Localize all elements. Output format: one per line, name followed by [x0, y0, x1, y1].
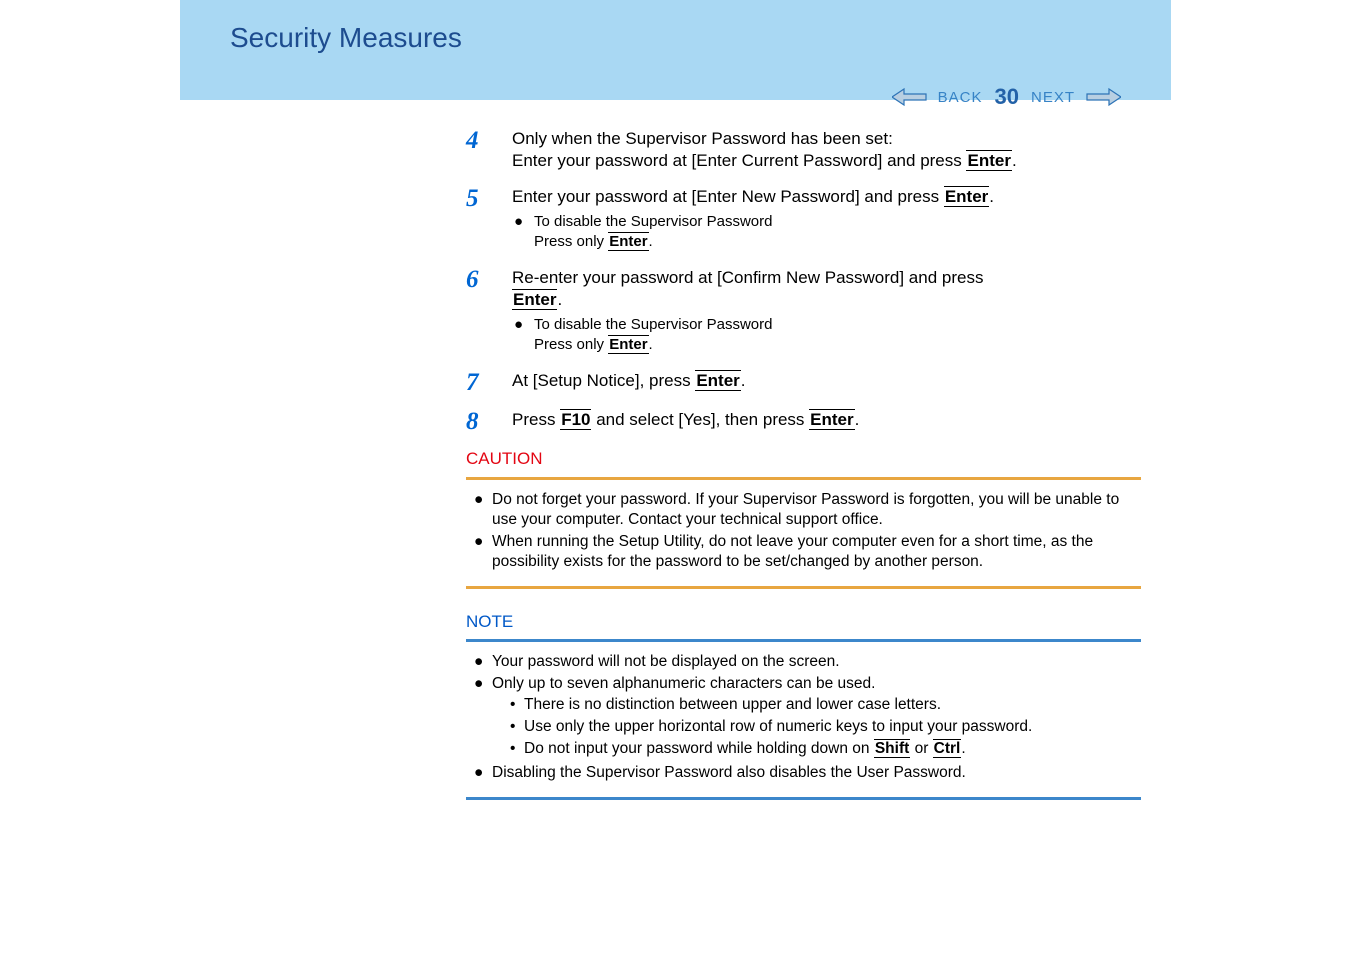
enter-key: Enter	[695, 370, 740, 391]
step-sublist: ● To disable the Supervisor Password Pre…	[512, 212, 1141, 251]
bullet-icon: ●	[470, 763, 492, 783]
bullet-icon: ●	[470, 652, 492, 672]
step-body: Re-enter your password at [Confirm New P…	[512, 267, 1141, 356]
bullet-icon: ●	[512, 315, 534, 354]
note-list: ● Your password will not be displayed on…	[470, 652, 1137, 783]
caution-heading: CAUTION	[466, 448, 1141, 470]
dot-icon: •	[510, 739, 524, 759]
caution-body: ● Do not forget your password. If your S…	[466, 480, 1141, 587]
enter-key: Enter	[608, 335, 648, 354]
shift-key: Shift	[874, 739, 910, 758]
step-text: At [Setup Notice], press Enter.	[512, 370, 1141, 392]
bullet-icon: ●	[470, 490, 492, 530]
step-number: 8	[466, 409, 512, 434]
page-title: Security Measures	[230, 22, 1171, 54]
enter-key: Enter	[966, 150, 1011, 171]
bullet-item: ● To disable the Supervisor Password Pre…	[512, 212, 1141, 251]
note-body: ● Your password will not be displayed on…	[466, 642, 1141, 797]
bullet-icon: ●	[512, 212, 534, 251]
page-nav: BACK 30 NEXT	[892, 84, 1121, 110]
bullet-item: ● Only up to seven alphanumeric characte…	[470, 674, 1137, 761]
header-band: Security Measures BACK 30 NEXT	[180, 0, 1171, 100]
enter-key: Enter	[512, 289, 557, 310]
back-arrow-icon[interactable]	[892, 86, 930, 108]
f10-key: F10	[560, 409, 591, 430]
bullet-item: ● Your password will not be displayed on…	[470, 652, 1137, 672]
back-button[interactable]: BACK	[938, 89, 983, 106]
sub-bullet-item: •There is no distinction between upper a…	[510, 695, 1137, 715]
enter-key: Enter	[809, 409, 854, 430]
dot-icon: •	[510, 717, 524, 737]
step-body: Press F10 and select [Yes], then press E…	[512, 409, 1141, 434]
step-body: Only when the Supervisor Password has be…	[512, 128, 1141, 172]
enter-key: Enter	[608, 232, 648, 251]
bullet-item: ● To disable the Supervisor Password Pre…	[512, 315, 1141, 354]
bullet-icon: ●	[470, 674, 492, 761]
step-8: 8 Press F10 and select [Yes], then press…	[466, 409, 1141, 434]
step-6: 6 Re-enter your password at [Confirm New…	[466, 267, 1141, 356]
step-text: Only when the Supervisor Password has be…	[512, 128, 1141, 172]
bullet-icon: ●	[470, 532, 492, 572]
next-arrow-icon[interactable]	[1083, 86, 1121, 108]
content-body: 4 Only when the Supervisor Password has …	[180, 100, 1171, 800]
sub-bullet-item: •Use only the upper horizontal row of nu…	[510, 717, 1137, 737]
step-text: Re-enter your password at [Confirm New P…	[512, 267, 1141, 311]
dot-icon: •	[510, 695, 524, 715]
page-number: 30	[995, 84, 1019, 110]
ctrl-key: Ctrl	[933, 739, 962, 758]
step-text: Enter your password at [Enter New Passwo…	[512, 186, 1141, 208]
step-5: 5 Enter your password at [Enter New Pass…	[466, 186, 1141, 253]
step-number: 5	[466, 186, 512, 253]
bullet-item: ● Do not forget your password. If your S…	[470, 490, 1137, 530]
bullet-item: ● When running the Setup Utility, do not…	[470, 532, 1137, 572]
step-body: Enter your password at [Enter New Passwo…	[512, 186, 1141, 253]
step-4: 4 Only when the Supervisor Password has …	[466, 128, 1141, 172]
step-number: 6	[466, 267, 512, 356]
step-number: 7	[466, 370, 512, 395]
enter-key: Enter	[944, 186, 989, 207]
caution-bottom-rule	[466, 586, 1141, 589]
bullet-item: ● Disabling the Supervisor Password also…	[470, 763, 1137, 783]
caution-list: ● Do not forget your password. If your S…	[470, 490, 1137, 573]
page-container: Security Measures BACK 30 NEXT 4 Only wh…	[0, 0, 1351, 800]
note-sublist: •There is no distinction between upper a…	[492, 695, 1137, 759]
step-body: At [Setup Notice], press Enter.	[512, 370, 1141, 395]
note-bottom-rule	[466, 797, 1141, 800]
step-number: 4	[466, 128, 512, 172]
note-heading: NOTE	[466, 611, 1141, 633]
step-7: 7 At [Setup Notice], press Enter.	[466, 370, 1141, 395]
sub-bullet-item: •Do not input your password while holdin…	[510, 739, 1137, 759]
next-button[interactable]: NEXT	[1031, 89, 1075, 106]
step-sublist: ● To disable the Supervisor Password Pre…	[512, 315, 1141, 354]
step-text: Press F10 and select [Yes], then press E…	[512, 409, 1141, 431]
